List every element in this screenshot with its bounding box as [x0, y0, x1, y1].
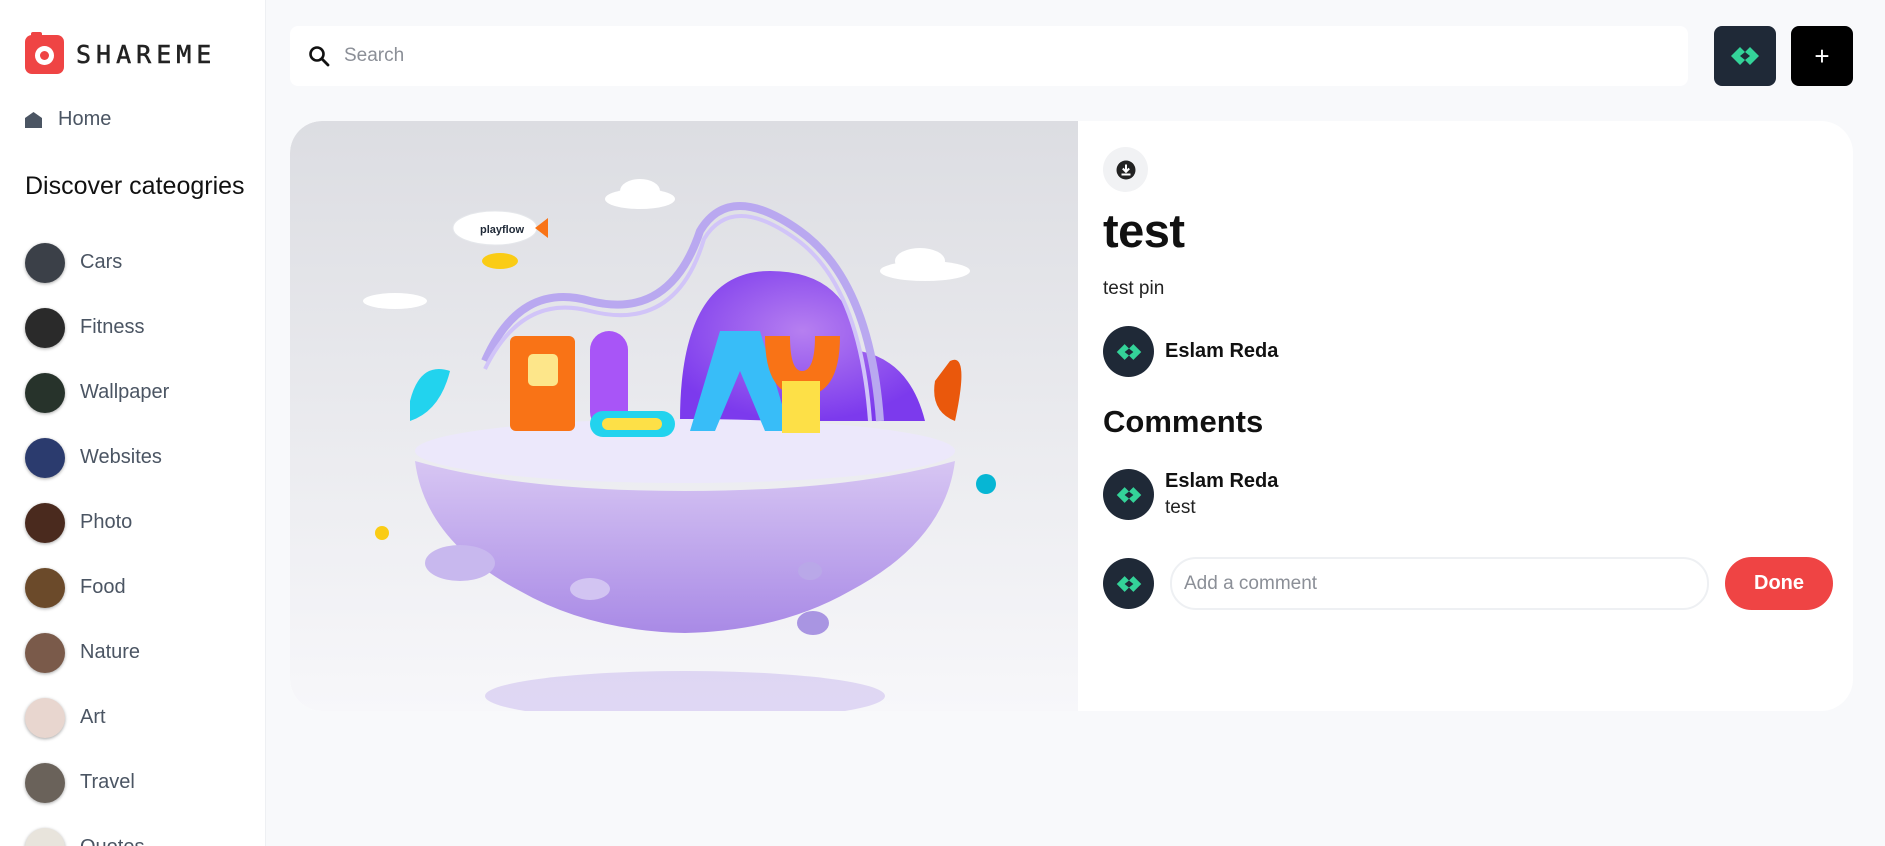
comment-input[interactable]: [1170, 557, 1709, 610]
download-icon: [1116, 160, 1135, 179]
search-input[interactable]: [344, 45, 1644, 67]
sidebar-item-label: Cars: [80, 251, 123, 273]
download-button[interactable]: [1103, 147, 1148, 192]
sidebar: SHAREME Home Discover cateogries Cars Fit…: [0, 0, 266, 846]
category-image: [25, 697, 65, 738]
category-image: [25, 567, 65, 608]
category-image: [25, 827, 65, 846]
sidebar-item-quotes[interactable]: Quotes: [25, 815, 169, 846]
code-logo-icon: [1116, 343, 1141, 360]
search-bar[interactable]: [290, 26, 1688, 86]
category-image: [25, 632, 65, 673]
category-image: [25, 372, 65, 413]
user-profile-button[interactable]: [1714, 26, 1776, 86]
avatar[interactable]: [1103, 469, 1154, 520]
comment-item: Eslam Reda test: [1103, 469, 1278, 520]
pin-details: test test pin Eslam Reda Comments Eslam …: [1103, 121, 1833, 711]
comments-heading: Comments: [1103, 404, 1264, 439]
sidebar-item-fitness[interactable]: Fitness: [25, 295, 169, 360]
sidebar-item-travel[interactable]: Travel: [25, 750, 169, 815]
sidebar-item-label: Websites: [80, 446, 162, 468]
sidebar-item-label: Photo: [80, 511, 133, 533]
add-comment-row: Done: [1103, 557, 1833, 610]
search-icon: [309, 46, 330, 67]
category-list: Cars Fitness Wallpaper Websites Photo Food Nat…: [25, 230, 169, 846]
sidebar-item-label: Quotes: [80, 836, 144, 846]
sidebar-item-websites[interactable]: Websites: [25, 425, 169, 490]
blimp-label: playflow: [480, 224, 524, 236]
pin-image[interactable]: playflow: [290, 121, 1078, 711]
pin-description: test pin: [1103, 278, 1165, 299]
home-icon: [25, 111, 42, 128]
avatar[interactable]: [1103, 558, 1154, 609]
sidebar-item-photo[interactable]: Photo: [25, 490, 169, 555]
avatar: [1103, 326, 1154, 377]
sidebar-item-label: Travel: [80, 771, 135, 793]
code-logo-icon: [1116, 486, 1141, 503]
sidebar-item-cars[interactable]: Cars: [25, 230, 169, 295]
discover-heading: Discover cateogries: [25, 172, 245, 200]
sidebar-item-label: Fitness: [80, 316, 145, 338]
sidebar-item-nature[interactable]: Nature: [25, 620, 169, 685]
category-image: [25, 762, 65, 803]
pin-detail-card: playflow test test pin Eslam Reda Commen…: [290, 121, 1853, 711]
done-button[interactable]: Done: [1725, 557, 1833, 610]
create-pin-button[interactable]: +: [1791, 26, 1853, 86]
sidebar-item-label: Home: [58, 108, 112, 130]
comment-text: test: [1165, 497, 1196, 518]
sidebar-item-label: Nature: [80, 641, 141, 663]
code-logo-icon: [1731, 47, 1759, 65]
camera-icon: [25, 32, 64, 74]
category-image: [25, 437, 65, 478]
pin-title: test: [1103, 204, 1185, 257]
category-image: [25, 502, 65, 543]
comment-user: Eslam Reda: [1165, 470, 1279, 492]
sidebar-item-label: Food: [80, 576, 126, 598]
sidebar-item-art[interactable]: Art: [25, 685, 169, 750]
sidebar-item-wallpaper[interactable]: Wallpaper: [25, 360, 169, 425]
sidebar-item-label: Wallpaper: [80, 381, 170, 403]
sidebar-item-food[interactable]: Food: [25, 555, 169, 620]
author-name: Eslam Reda: [1165, 340, 1279, 362]
code-logo-icon: [1116, 575, 1141, 592]
brand-name: SHAREME: [76, 40, 217, 70]
sidebar-item-home[interactable]: Home: [25, 108, 111, 131]
category-image: [25, 307, 65, 348]
category-image: [25, 242, 65, 283]
plus-icon: +: [1814, 40, 1830, 71]
sidebar-item-label: Art: [80, 706, 106, 728]
pin-author[interactable]: Eslam Reda: [1103, 326, 1278, 377]
logo[interactable]: SHAREME: [25, 32, 217, 74]
